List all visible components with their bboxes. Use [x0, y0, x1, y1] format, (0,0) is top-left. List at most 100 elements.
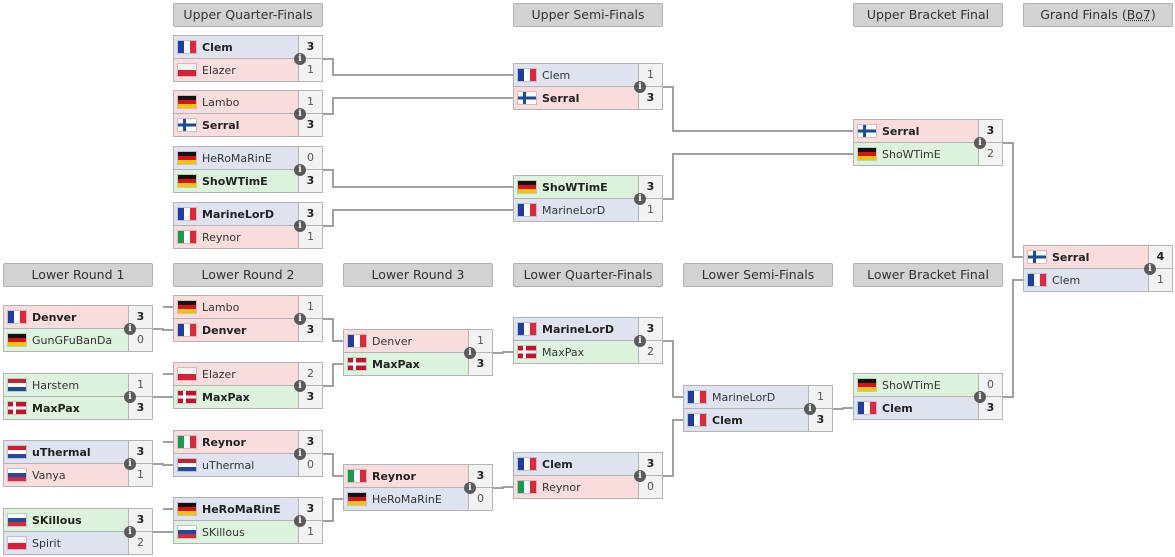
- player-name[interactable]: HeRoMaRinE: [202, 503, 281, 516]
- player-name-cell[interactable]: MaxPax: [514, 341, 639, 363]
- player-name[interactable]: Clem: [1052, 274, 1080, 287]
- player-name-cell[interactable]: Elazer: [174, 363, 299, 385]
- match-info-icon[interactable]: i: [464, 347, 476, 359]
- player-name-cell[interactable]: Vanya: [4, 464, 129, 486]
- player-name[interactable]: Clem: [882, 402, 913, 415]
- player-name-cell[interactable]: Lambo: [174, 91, 299, 113]
- match-info-icon[interactable]: i: [634, 470, 646, 482]
- player-name-cell[interactable]: Clem: [514, 64, 639, 86]
- player-name-cell[interactable]: Serral: [1024, 246, 1149, 268]
- player-name-cell[interactable]: Elazer: [174, 59, 299, 81]
- match-info-icon[interactable]: i: [974, 137, 986, 149]
- player-name[interactable]: uThermal: [202, 459, 254, 472]
- player-name-cell[interactable]: Denver: [4, 306, 129, 328]
- player-name[interactable]: Serral: [202, 119, 239, 132]
- player-name[interactable]: Clem: [542, 69, 570, 82]
- match-info-icon[interactable]: i: [634, 335, 646, 347]
- player-name-cell[interactable]: HeRoMaRinE: [174, 498, 299, 520]
- player-name[interactable]: Denver: [32, 311, 76, 324]
- player-name[interactable]: Clem: [542, 458, 573, 471]
- player-name-cell[interactable]: HeRoMaRinE: [344, 488, 469, 510]
- player-name-cell[interactable]: Clem: [684, 409, 809, 431]
- player-name-cell[interactable]: Lambo: [174, 296, 299, 318]
- player-name-cell[interactable]: MarineLorD: [514, 199, 639, 221]
- match-info-icon[interactable]: i: [294, 164, 306, 176]
- match-info-icon[interactable]: i: [464, 482, 476, 494]
- player-name[interactable]: Harstem: [32, 379, 79, 392]
- player-name-cell[interactable]: Clem: [1024, 269, 1149, 291]
- player-name-cell[interactable]: SKillous: [174, 521, 299, 543]
- player-name[interactable]: Denver: [202, 324, 246, 337]
- player-name[interactable]: ShoWTimE: [882, 379, 941, 392]
- player-name-cell[interactable]: Reynor: [514, 476, 639, 498]
- player-name[interactable]: MarineLorD: [202, 208, 274, 221]
- player-name[interactable]: Elazer: [202, 64, 236, 77]
- player-name[interactable]: MaxPax: [32, 402, 80, 415]
- best-of-abbr[interactable]: Bo7: [1127, 7, 1151, 22]
- player-name-cell[interactable]: MaxPax: [344, 353, 469, 375]
- player-name[interactable]: MaxPax: [542, 346, 584, 359]
- match-info-icon[interactable]: i: [124, 323, 136, 335]
- player-name-cell[interactable]: Clem: [514, 453, 639, 475]
- player-name[interactable]: HeRoMaRinE: [202, 152, 272, 165]
- player-name[interactable]: ShoWTimE: [202, 175, 268, 188]
- player-name[interactable]: uThermal: [32, 446, 91, 459]
- player-name[interactable]: Reynor: [542, 481, 581, 494]
- match-info-icon[interactable]: i: [294, 108, 306, 120]
- player-name[interactable]: Elazer: [202, 368, 236, 381]
- player-name[interactable]: Serral: [1052, 251, 1089, 264]
- player-name[interactable]: Reynor: [202, 436, 246, 449]
- player-name-cell[interactable]: MarineLorD: [684, 386, 809, 408]
- player-name-cell[interactable]: Harstem: [4, 374, 129, 396]
- player-name-cell[interactable]: Reynor: [344, 465, 469, 487]
- match-info-icon[interactable]: i: [124, 391, 136, 403]
- match-info-icon[interactable]: i: [804, 403, 816, 415]
- player-name[interactable]: ShoWTimE: [542, 181, 608, 194]
- player-name-cell[interactable]: Serral: [854, 120, 979, 142]
- player-name-cell[interactable]: GunGFuBanDa: [4, 329, 129, 351]
- player-name-cell[interactable]: Clem: [854, 397, 979, 419]
- player-name[interactable]: Serral: [542, 92, 579, 105]
- player-name-cell[interactable]: MarineLorD: [174, 203, 299, 225]
- player-name-cell[interactable]: MaxPax: [174, 386, 299, 408]
- player-name-cell[interactable]: Denver: [174, 319, 299, 341]
- player-name[interactable]: Spirit: [32, 537, 61, 550]
- player-name-cell[interactable]: uThermal: [4, 441, 129, 463]
- match-info-icon[interactable]: i: [294, 313, 306, 325]
- player-name[interactable]: Lambo: [202, 301, 239, 314]
- player-name-cell[interactable]: Serral: [514, 87, 639, 109]
- player-name[interactable]: SKillous: [32, 514, 82, 527]
- match-info-icon[interactable]: i: [1144, 263, 1156, 275]
- match-info-icon[interactable]: i: [294, 515, 306, 527]
- player-name[interactable]: Reynor: [202, 231, 241, 244]
- player-name[interactable]: ShoWTimE: [882, 148, 941, 161]
- match-info-icon[interactable]: i: [974, 391, 986, 403]
- match-info-icon[interactable]: i: [294, 220, 306, 232]
- player-name-cell[interactable]: ShoWTimE: [514, 176, 639, 198]
- player-name-cell[interactable]: Clem: [174, 36, 299, 58]
- player-name[interactable]: GunGFuBanDa: [32, 334, 112, 347]
- player-name[interactable]: SKillous: [202, 526, 245, 539]
- player-name-cell[interactable]: Reynor: [174, 431, 299, 453]
- player-name[interactable]: MarineLorD: [712, 391, 775, 404]
- match-info-icon[interactable]: i: [124, 458, 136, 470]
- match-info-icon[interactable]: i: [294, 448, 306, 460]
- player-name[interactable]: MaxPax: [202, 391, 250, 404]
- player-name-cell[interactable]: Serral: [174, 114, 299, 136]
- player-name[interactable]: Vanya: [32, 469, 66, 482]
- player-name[interactable]: Clem: [202, 41, 233, 54]
- player-name[interactable]: Denver: [372, 335, 412, 348]
- player-name[interactable]: HeRoMaRinE: [372, 493, 442, 506]
- player-name[interactable]: Lambo: [202, 96, 239, 109]
- player-name[interactable]: Reynor: [372, 470, 416, 483]
- match-info-icon[interactable]: i: [294, 380, 306, 392]
- player-name-cell[interactable]: Denver: [344, 330, 469, 352]
- player-name[interactable]: MarineLorD: [542, 323, 614, 336]
- match-info-icon[interactable]: i: [634, 81, 646, 93]
- player-name[interactable]: Serral: [882, 125, 919, 138]
- player-name-cell[interactable]: Reynor: [174, 226, 299, 248]
- player-name-cell[interactable]: uThermal: [174, 454, 299, 476]
- player-name-cell[interactable]: ShoWTimE: [854, 143, 979, 165]
- match-info-icon[interactable]: i: [294, 53, 306, 65]
- player-name-cell[interactable]: SKillous: [4, 509, 129, 531]
